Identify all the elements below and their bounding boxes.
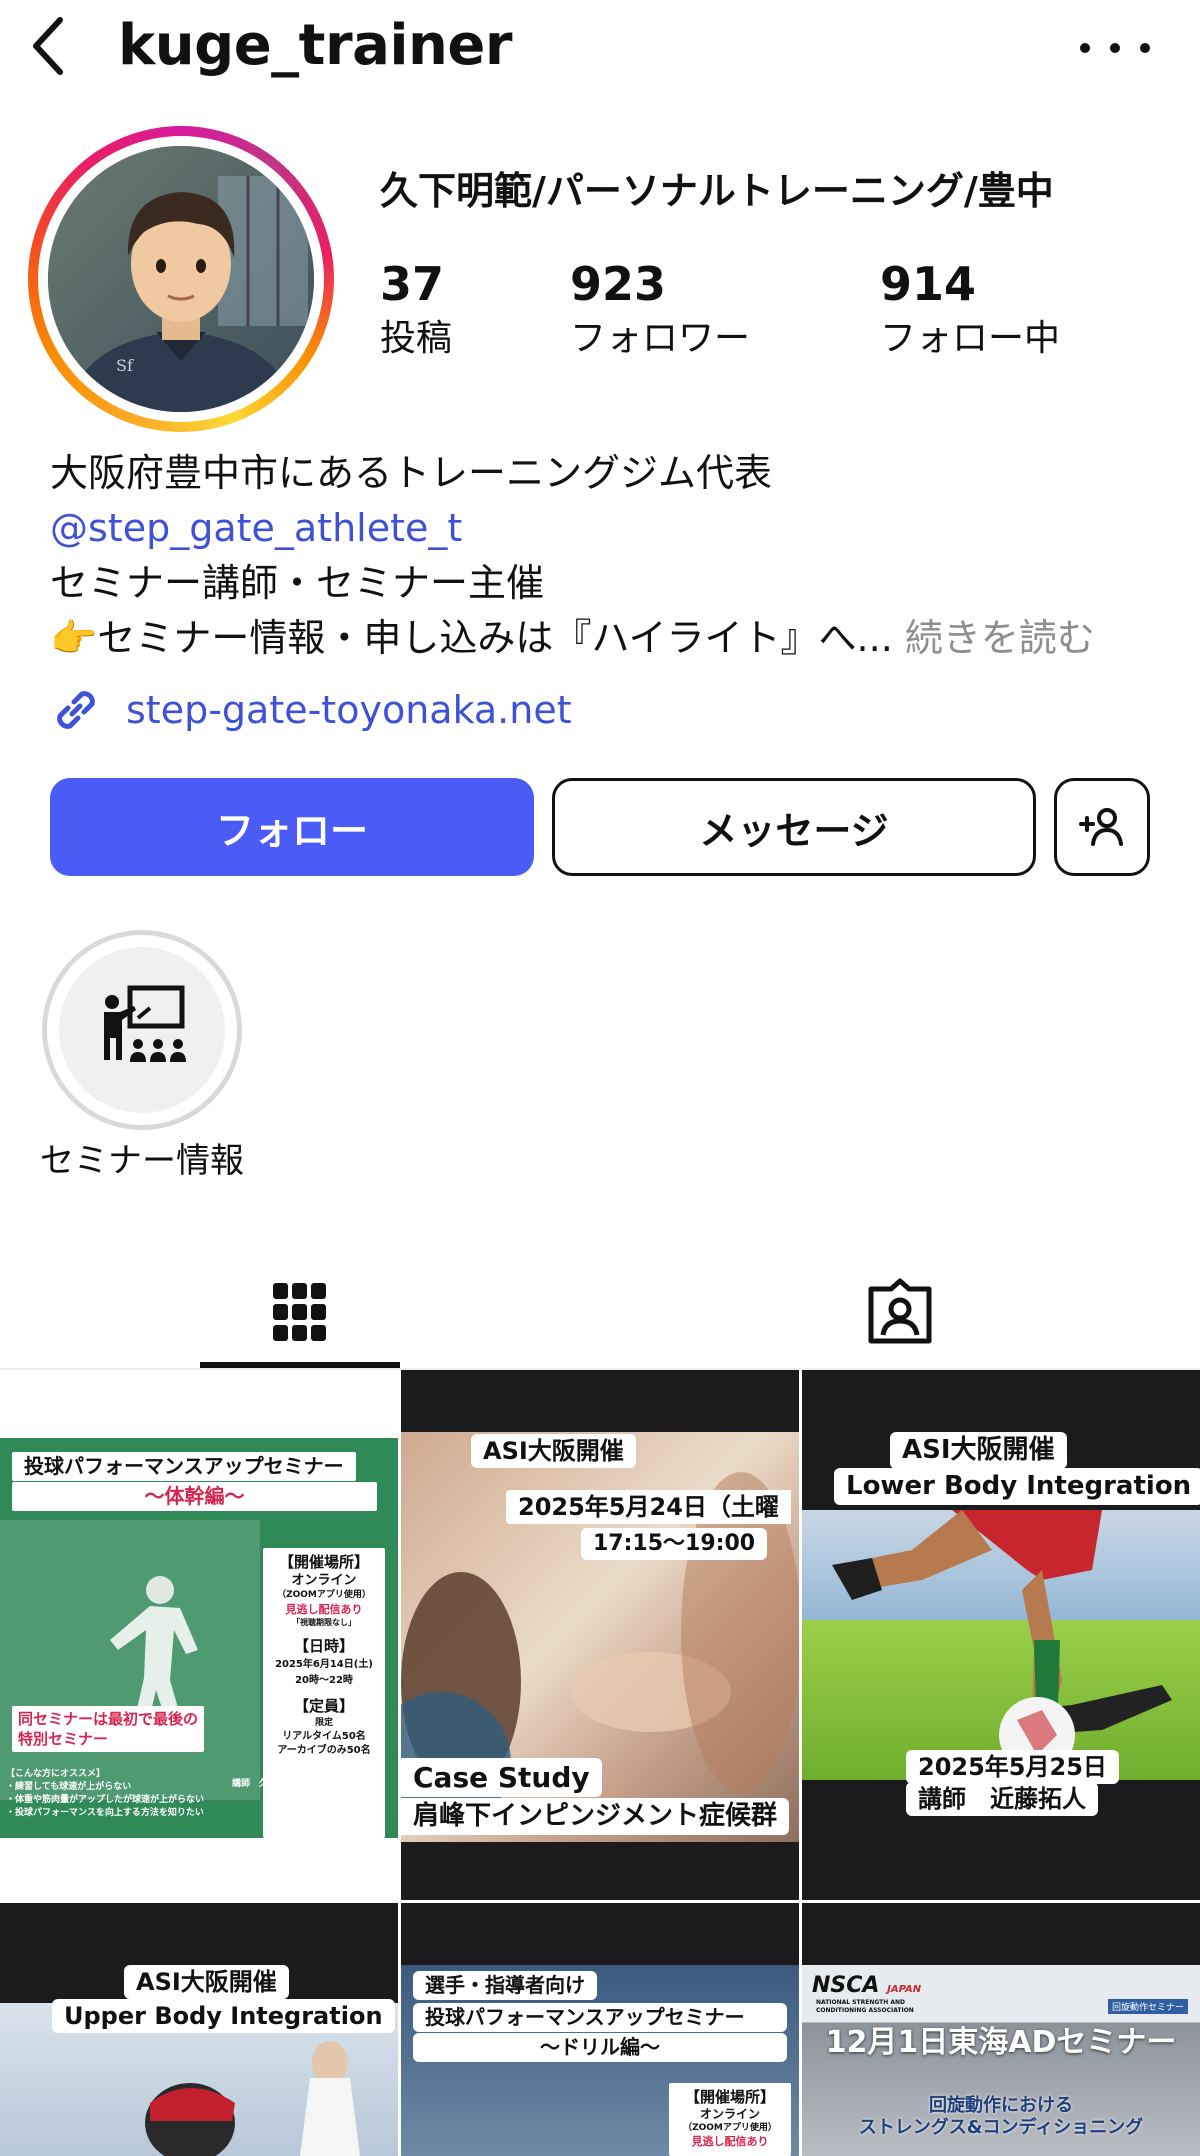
post-info-panel: 【開催場所】 オンライン （ZOOMアプリ使用） 見逃し配信あり 「視聴期限なし…	[263, 1548, 385, 1838]
post-case-label: Case Study	[401, 1758, 602, 1797]
post-title: Upper Body Integration	[52, 1999, 395, 2033]
top-bar: kuge_trainer	[0, 0, 1200, 92]
post-thumbnail[interactable]: 投球パフォーマンスアップセミナー 〜体幹編〜 【開催場所】 オンライン （ZOO…	[0, 1370, 398, 1900]
post-subtitle: 〜ドリル編〜	[413, 2033, 787, 2062]
bio-line: 👉セミナー情報・申し込みは『ハイライト』へ...	[50, 616, 893, 660]
tab-posts-grid[interactable]	[0, 1254, 600, 1370]
following-count-stat[interactable]: 914 フォロー中	[880, 256, 1060, 364]
soccer-player-photo	[832, 1510, 1172, 1773]
svg-text:Sf: Sf	[116, 356, 134, 375]
post-tag: ASI大阪開催	[124, 1965, 289, 1999]
tab-tagged[interactable]	[600, 1254, 1200, 1370]
teacher-presentation-icon	[104, 985, 186, 1062]
category-badge: 回旋動作セミナー	[1107, 1999, 1188, 2014]
nsca-logo: NSCA JAPAN	[812, 1973, 922, 1998]
story-ring[interactable]: Sf	[28, 126, 334, 432]
suggested-users-button[interactable]	[1054, 778, 1150, 876]
post-lecturer: 講師 近藤拓人	[906, 1782, 1098, 1816]
post-subtitle: 〜体幹編〜	[12, 1482, 377, 1511]
post-thumbnail[interactable]: ASI大阪開催 2025年5月24日（土曜 17:15〜19:00 Case S…	[401, 1370, 799, 1900]
avatar: Sf	[48, 146, 314, 412]
post-title: Lower Body Integration	[834, 1468, 1200, 1505]
link-icon	[57, 691, 95, 729]
profile-tabs	[0, 1254, 1200, 1370]
bio-line-truncated: 👉セミナー情報・申し込みは『ハイライト』へ... 続きを読む	[50, 611, 1170, 666]
followers-label: フォロワー	[570, 318, 751, 359]
profile-username: kuge_trainer	[118, 13, 513, 78]
website-link[interactable]: step-gate-toyonaka.net	[48, 682, 572, 738]
nsca-org-name: NATIONAL STRENGTH AND CONDITIONING ASSOC…	[816, 1999, 914, 2014]
message-button[interactable]: メッセージ	[552, 778, 1036, 876]
post-title: 12月1日東海ADセミナー	[825, 2025, 1177, 2060]
highlight-seminar-info[interactable]	[42, 930, 242, 1130]
post-tag: 選手・指導者向け	[413, 1971, 597, 2000]
display-name: 久下明範/パーソナルトレーニング/豊中	[380, 169, 1054, 213]
bio-mention-link[interactable]: @step_gate_athlete_t	[50, 501, 1170, 556]
post-thumbnail[interactable]: 選手・指導者向け 投球パフォーマンスアップセミナー 〜ドリル編〜 【開催場所】 …	[401, 1903, 799, 2156]
post-info-panel: 【開催場所】 オンライン （ZOOMアプリ使用） 見逃し配信あり	[669, 2083, 791, 2156]
bio-line: セミナー講師・セミナー主催	[50, 561, 545, 605]
bio-line: 大阪府豊中市にあるトレーニングジム代表	[50, 451, 773, 495]
dot-icon	[1110, 43, 1120, 53]
more-options-button[interactable]	[1080, 28, 1150, 68]
posts-count: 37	[380, 257, 445, 311]
post-tag: ASI大阪開催	[890, 1432, 1067, 1469]
post-tag: ASI大阪開催	[471, 1434, 636, 1468]
posts-label: 投稿	[380, 318, 453, 359]
post-recommend-list: 【こんな方にオススメ】 ・練習しても球速が上がらない ・体重や筋肉量がアップした…	[6, 1769, 205, 1818]
post-title: 投球パフォーマンスアップセミナー	[413, 2003, 787, 2032]
posts-count-stat[interactable]: 37 投稿	[380, 256, 452, 364]
website-url: step-gate-toyonaka.net	[126, 688, 572, 732]
following-count: 914	[880, 257, 977, 311]
post-thumbnail[interactable]: ASI大阪開催 Lower Body Integration 2025年5月25…	[802, 1370, 1200, 1900]
add-person-icon	[1079, 808, 1123, 846]
following-label: フォロー中	[880, 318, 1061, 359]
post-thumbnail[interactable]: ASI大阪開催 Upper Body Integration	[0, 1903, 398, 2156]
dot-icon	[1140, 43, 1150, 53]
read-more-link[interactable]: 続きを読む	[905, 616, 1095, 660]
profile-bio: 大阪府豊中市にあるトレーニングジム代表 @step_gate_athlete_t…	[50, 446, 1170, 666]
post-special-note: 同セミナーは最初で最後の 特別セミナー	[12, 1706, 205, 1752]
dot-icon	[1080, 43, 1090, 53]
followers-count-stat[interactable]: 923 フォロワー	[570, 256, 750, 364]
followers-count: 923	[570, 257, 667, 311]
post-subtitle: 回旋動作における ストレングス&コンディショニング	[858, 2095, 1144, 2138]
post-date: 2025年5月24日（土曜	[506, 1490, 791, 1524]
tagged-person-icon	[868, 1278, 932, 1344]
post-thumbnail[interactable]: NSCA JAPAN NATIONAL STRENGTH AND CONDITI…	[802, 1903, 1200, 2156]
post-topic: 肩峰下インピンジメント症候群	[401, 1798, 790, 1835]
highlight-label: セミナー情報	[40, 1141, 244, 1181]
post-title: 投球パフォーマンスアップセミナー	[12, 1452, 356, 1481]
chevron-left-icon	[33, 17, 63, 75]
post-time: 17:15〜19:00	[581, 1528, 768, 1560]
grid-icon	[273, 1283, 326, 1341]
follow-button[interactable]: フォロー	[50, 778, 534, 876]
back-button[interactable]	[22, 14, 74, 78]
post-date: 2025年5月25日	[906, 1750, 1119, 1784]
